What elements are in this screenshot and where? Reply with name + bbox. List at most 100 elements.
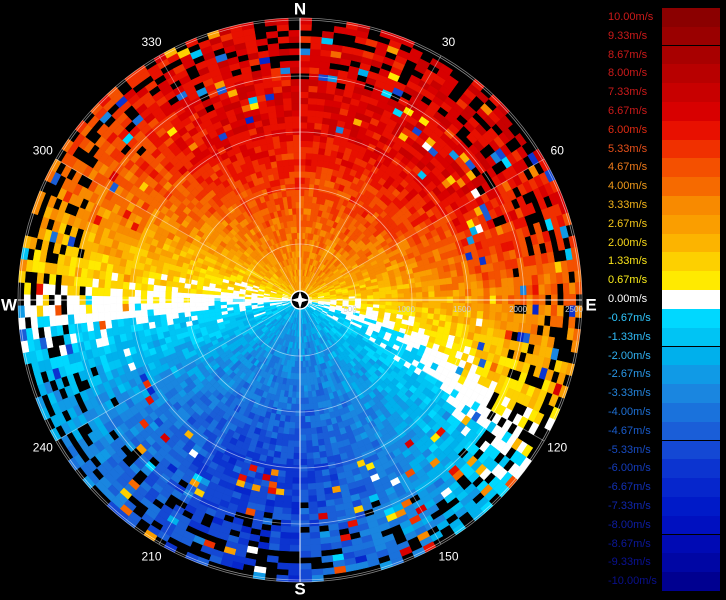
velocity-cell bbox=[333, 26, 347, 35]
velocity-cell bbox=[306, 134, 315, 142]
velocity-cell bbox=[446, 283, 454, 292]
velocity-cell bbox=[433, 279, 441, 287]
velocity-cell bbox=[531, 314, 539, 326]
velocity-cell bbox=[310, 48, 322, 56]
velocity-cell bbox=[140, 283, 148, 291]
velocity-cell bbox=[483, 287, 491, 297]
velocity-cell bbox=[146, 302, 154, 310]
velocity-cell bbox=[279, 457, 287, 466]
velocity-cell bbox=[445, 315, 453, 323]
velocity-cell bbox=[299, 201, 305, 209]
velocity-cell bbox=[308, 403, 315, 411]
velocity-cell bbox=[141, 276, 149, 285]
velocity-cell bbox=[279, 451, 288, 460]
velocity-cell bbox=[314, 470, 323, 478]
velocity-cell bbox=[299, 140, 307, 148]
velocity-cell bbox=[307, 390, 313, 398]
velocity-cell bbox=[303, 391, 309, 399]
velocity-cell bbox=[299, 54, 311, 62]
velocity-cell bbox=[299, 189, 305, 197]
velocity-cell bbox=[282, 501, 292, 509]
velocity-cell bbox=[281, 507, 292, 515]
velocity-cell bbox=[33, 372, 44, 386]
velocity-cell bbox=[555, 272, 564, 285]
velocity-cell bbox=[152, 284, 161, 292]
velocity-cell bbox=[67, 275, 75, 287]
velocity-cell bbox=[367, 295, 374, 299]
velocity-cell bbox=[304, 171, 312, 179]
velocity-cell bbox=[317, 438, 325, 447]
velocity-cell bbox=[385, 290, 393, 295]
velocity-cell bbox=[501, 286, 509, 297]
velocity-cell bbox=[23, 305, 32, 318]
velocity-cell bbox=[246, 545, 259, 555]
velocity-cell bbox=[445, 277, 453, 285]
velocity-cell bbox=[171, 307, 179, 314]
velocity-cell bbox=[299, 134, 308, 141]
velocity-cell bbox=[549, 315, 558, 328]
velocity-cell bbox=[299, 403, 305, 411]
velocity-cell bbox=[525, 275, 533, 287]
velocity-cell bbox=[109, 303, 117, 313]
velocity-cell bbox=[544, 304, 552, 317]
velocity-cell bbox=[195, 305, 203, 312]
velocity-cell bbox=[299, 532, 311, 540]
velocity-cell bbox=[158, 290, 166, 298]
velocity-cell bbox=[471, 288, 478, 297]
velocity-cell bbox=[79, 276, 87, 287]
velocity-cell bbox=[309, 525, 320, 534]
velocity-cell bbox=[43, 326, 52, 338]
velocity-cell bbox=[561, 271, 570, 284]
velocity-cell bbox=[403, 288, 411, 294]
velocity-cell bbox=[477, 303, 485, 312]
velocity-cell bbox=[177, 302, 185, 308]
velocity-cell bbox=[562, 282, 570, 295]
velocity-cell bbox=[555, 315, 564, 328]
velocity-cell bbox=[158, 302, 166, 310]
velocity-cell bbox=[280, 445, 288, 453]
velocity-cell bbox=[495, 287, 503, 297]
velocity-cell bbox=[17, 305, 25, 318]
velocity-cell bbox=[333, 565, 347, 574]
velocity-cell bbox=[299, 146, 307, 154]
velocity-cell bbox=[152, 308, 161, 316]
velocity-cell bbox=[291, 397, 297, 405]
velocity-cell bbox=[477, 288, 485, 297]
velocity-cell bbox=[293, 446, 301, 454]
velocity-cell bbox=[134, 303, 142, 311]
velocity-cell bbox=[304, 421, 312, 429]
velocity-cell bbox=[494, 312, 503, 322]
velocity-cell bbox=[331, 44, 344, 53]
velocity-cell bbox=[308, 507, 319, 515]
velocity-cell bbox=[532, 221, 543, 235]
velocity-cell bbox=[171, 286, 179, 293]
velocity-cell bbox=[415, 292, 423, 298]
velocity-cell bbox=[278, 544, 290, 552]
velocity-cell bbox=[379, 294, 387, 299]
velocity-cell bbox=[292, 465, 301, 472]
velocity-cell bbox=[303, 397, 309, 405]
velocity-cell bbox=[482, 311, 490, 321]
velocity-cell bbox=[164, 302, 172, 309]
velocity-cell bbox=[421, 280, 429, 288]
velocity-cell bbox=[243, 557, 257, 567]
velocity-cell bbox=[294, 410, 301, 417]
velocity-cell bbox=[299, 91, 309, 99]
velocity-cell bbox=[290, 403, 296, 411]
velocity-cell bbox=[330, 541, 343, 550]
velocity-cell bbox=[122, 310, 130, 319]
velocity-cell bbox=[307, 103, 317, 111]
velocity-cell bbox=[48, 304, 56, 317]
velocity-cell bbox=[433, 308, 441, 315]
velocity-cell bbox=[290, 514, 301, 521]
velocity-cell bbox=[305, 146, 314, 154]
velocity-cell bbox=[458, 289, 466, 297]
velocity-cell bbox=[568, 282, 577, 295]
velocity-cell bbox=[292, 459, 301, 466]
velocity-cell bbox=[305, 446, 314, 454]
velocity-cell bbox=[282, 433, 289, 441]
velocity-cell bbox=[306, 122, 316, 130]
velocity-cell bbox=[434, 302, 442, 310]
velocity-cell bbox=[152, 290, 160, 298]
velocity-cell bbox=[306, 452, 314, 460]
